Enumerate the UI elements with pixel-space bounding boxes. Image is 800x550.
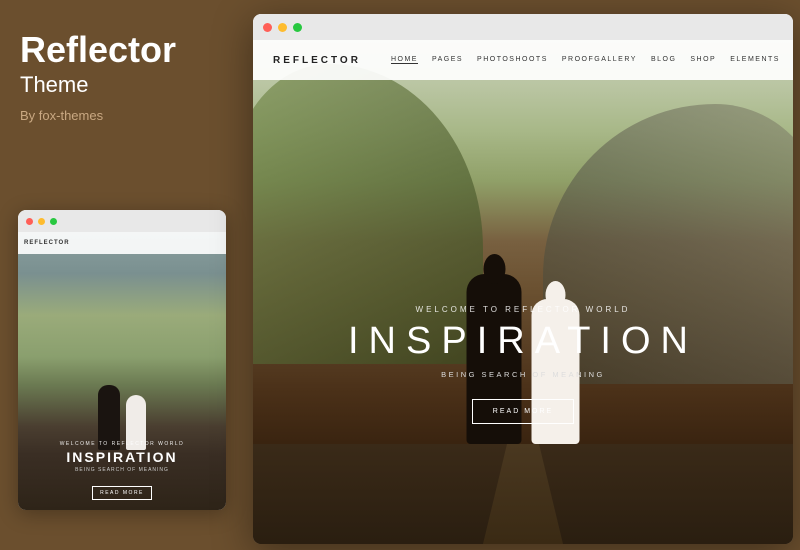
close-dot-large[interactable] [263,23,272,32]
large-tagline-text: BEING SEARCH OF MEANING [253,370,793,379]
large-browser-content: REFLECTOR HOME PAGES PHOTOSHOOTS PROOFGA… [253,40,793,544]
nav-item-shop[interactable]: SHOP [690,56,716,64]
maximize-dot-small[interactable] [50,218,57,225]
nav-item-pages[interactable]: PAGES [432,56,463,64]
nav-item-home[interactable]: HOME [391,56,418,64]
large-welcome-text: WELCOME TO REFLECTOR WORLD [253,305,793,314]
large-inspiration-text: INSPIRATION [253,322,793,360]
large-nav-logo: REFLECTOR [273,55,361,66]
nav-item-blog[interactable]: BLOG [651,56,676,64]
path [483,444,563,544]
theme-by: By fox-themes [20,108,225,123]
small-browser-titlebar [18,210,226,232]
small-nav-logo: REFLECTOR [24,240,70,246]
large-cta-button[interactable]: READ MORE [472,399,574,424]
minimize-dot-large[interactable] [278,23,287,32]
small-welcome-text: WELCOME TO REFLECTOR WORLD [28,441,216,447]
left-panel: Reflector Theme By fox-themes REFLECTOR … [0,0,245,550]
small-background: REFLECTOR WELCOME TO REFLECTOR WORLD INS… [18,232,226,510]
small-cta-button[interactable]: READ MORE [92,486,152,500]
small-inspiration-text: INSPIRATION [28,450,216,464]
small-nav: REFLECTOR [18,232,226,254]
small-browser-mockup: REFLECTOR WELCOME TO REFLECTOR WORLD INS… [18,210,226,510]
large-browser-mockup: REFLECTOR HOME PAGES PHOTOSHOOTS PROOFGA… [253,14,793,544]
large-browser-titlebar [253,14,793,40]
minimize-dot-small[interactable] [38,218,45,225]
nav-item-elements[interactable]: ELEMENTS [730,56,780,64]
large-overlay: WELCOME TO REFLECTOR WORLD INSPIRATION B… [253,305,793,424]
close-dot-small[interactable] [26,218,33,225]
large-nav: REFLECTOR HOME PAGES PHOTOSHOOTS PROOFGA… [253,40,793,80]
small-browser-content: REFLECTOR WELCOME TO REFLECTOR WORLD INS… [18,232,226,510]
small-overlay: WELCOME TO REFLECTOR WORLD INSPIRATION B… [18,431,226,510]
nav-item-photoshoots[interactable]: PHOTOSHOOTS [477,56,548,64]
ground [253,444,793,544]
maximize-dot-large[interactable] [293,23,302,32]
theme-title: Reflector [20,30,225,70]
small-tagline-text: BEING SEARCH OF MEANING [28,467,216,473]
nav-item-proofgallery[interactable]: PROOFGALLERY [562,56,637,64]
large-nav-items: HOME PAGES PHOTOSHOOTS PROOFGALLERY BLOG… [391,56,780,64]
large-background [253,40,793,544]
theme-subtitle: Theme [20,72,225,98]
